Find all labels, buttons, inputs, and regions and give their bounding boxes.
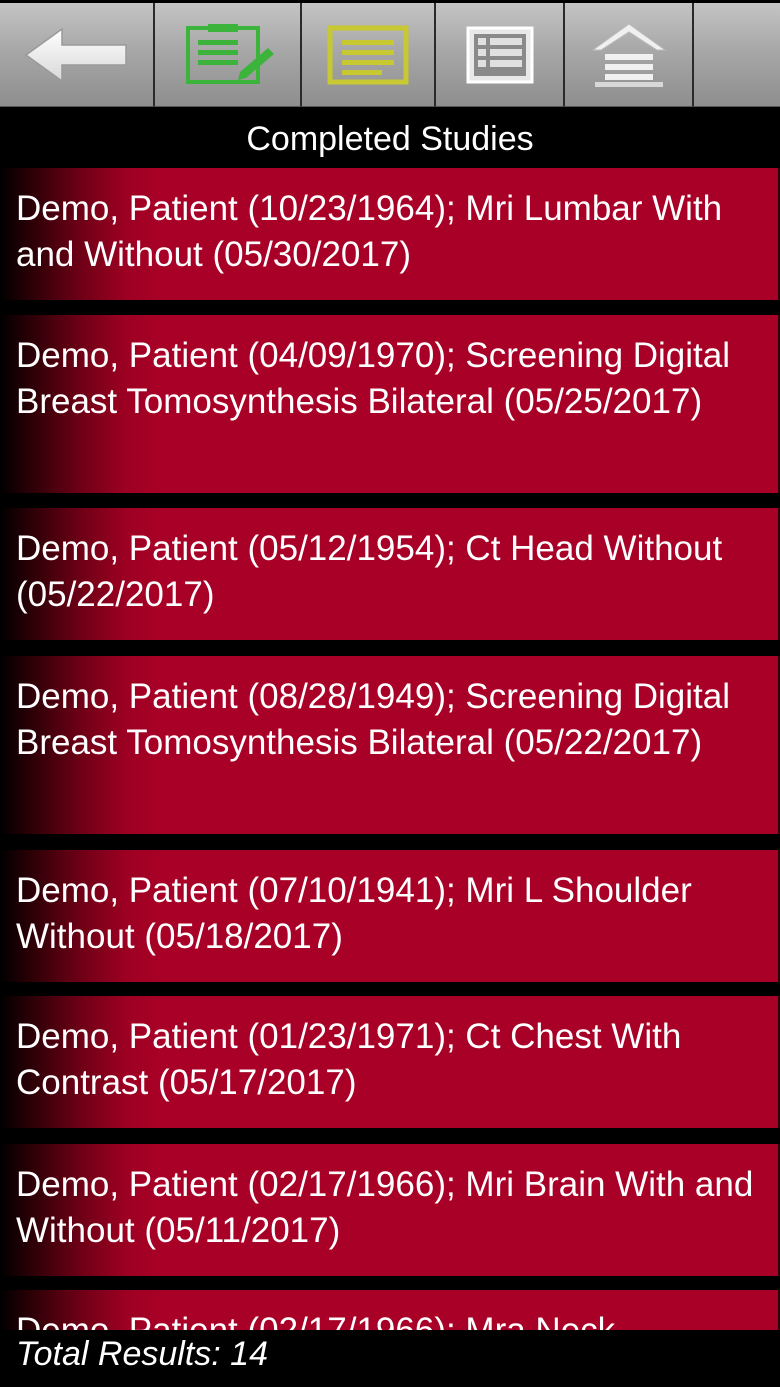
home-icon: [590, 22, 667, 87]
list-item[interactable]: Demo, Patient (10/23/1964); Mri Lumbar W…: [0, 168, 780, 300]
study-text: Demo, Patient (02/17/1966); Mra Neck: [16, 1311, 615, 1330]
list-item[interactable]: Demo, Patient (07/10/1941); Mri L Should…: [0, 850, 780, 982]
study-text: Demo, Patient (02/17/1966); Mri Brain Wi…: [16, 1165, 754, 1250]
studies-list[interactable]: Demo, Patient (10/23/1964); Mri Lumbar W…: [0, 168, 780, 1330]
back-arrow-icon: [24, 27, 127, 82]
green-report-button[interactable]: [155, 3, 302, 107]
study-text: Demo, Patient (07/10/1941); Mri L Should…: [16, 871, 692, 956]
home-button[interactable]: [565, 3, 694, 107]
list-icon: [466, 26, 533, 83]
study-text: Demo, Patient (10/23/1964); Mri Lumbar W…: [16, 189, 723, 274]
list-item[interactable]: Demo, Patient (02/17/1966); Mra Neck: [0, 1290, 780, 1330]
study-text: Demo, Patient (05/12/1954); Ct Head With…: [16, 529, 723, 614]
list-button[interactable]: [436, 3, 565, 107]
clipboard-edit-icon: [185, 23, 274, 84]
list-item[interactable]: Demo, Patient (01/23/1971); Ct Chest Wit…: [0, 996, 780, 1128]
blank-button[interactable]: [694, 3, 780, 107]
yellow-report-button[interactable]: [302, 3, 436, 107]
list-item[interactable]: Demo, Patient (05/12/1954); Ct Head With…: [0, 508, 780, 640]
toolbar: [0, 0, 780, 110]
document-icon: [327, 25, 409, 84]
study-text: Demo, Patient (04/09/1970); Screening Di…: [16, 336, 731, 421]
list-item[interactable]: Demo, Patient (08/28/1949); Screening Di…: [0, 656, 780, 834]
page-title: Completed Studies: [0, 110, 780, 168]
back-button[interactable]: [0, 3, 155, 107]
list-item[interactable]: Demo, Patient (02/17/1966); Mri Brain Wi…: [0, 1144, 780, 1276]
total-results: Total Results: 14: [0, 1330, 780, 1387]
study-text: Demo, Patient (01/23/1971); Ct Chest Wit…: [16, 1017, 682, 1102]
study-text: Demo, Patient (08/28/1949); Screening Di…: [16, 677, 731, 762]
list-item[interactable]: Demo, Patient (04/09/1970); Screening Di…: [0, 315, 780, 493]
